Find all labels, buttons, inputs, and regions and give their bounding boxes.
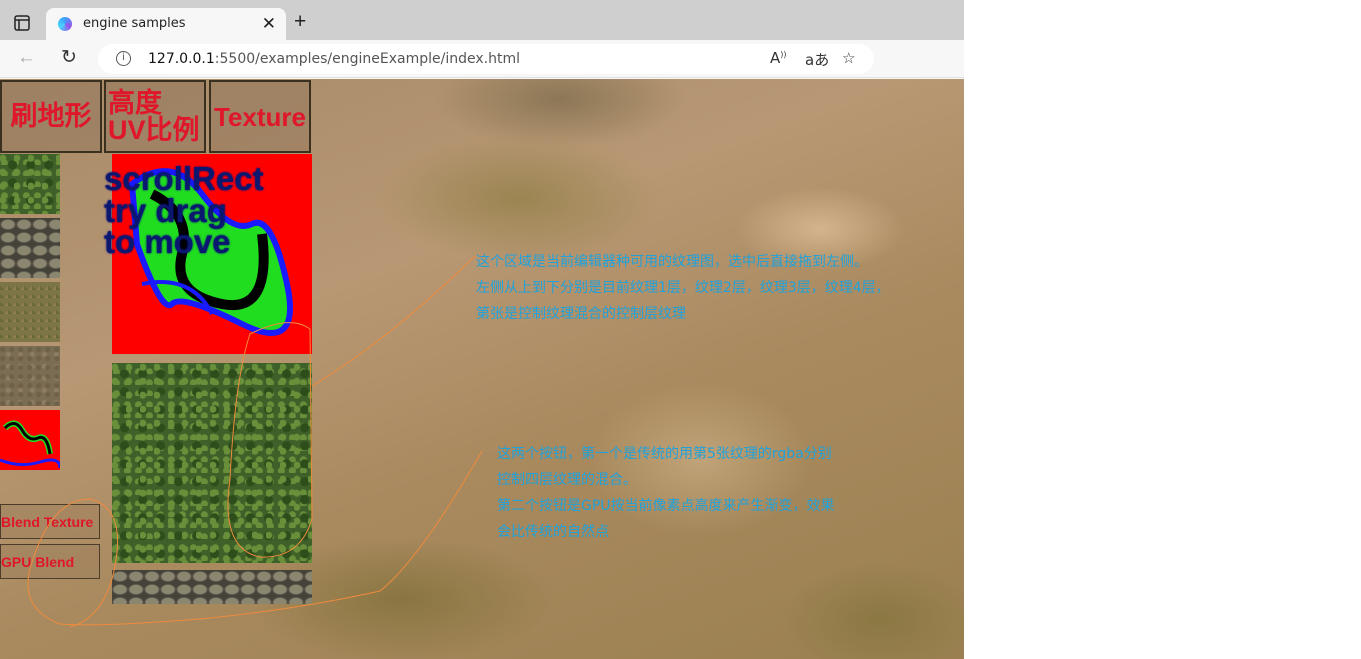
address-bar: ← ↻ i 127.0.0.1:5500/examples/engineExam… xyxy=(0,40,964,107)
blend-note-line-1: 这两个按钮，第一个是传统的用第5张纹理的rgba分别 xyxy=(497,446,832,462)
height-uv-button[interactable]: 高度 UV比例 xyxy=(104,80,206,153)
blend-control-swatch[interactable] xyxy=(0,410,60,470)
uv-ratio-label: UV比例 xyxy=(108,114,200,145)
reload-icon[interactable]: ↻ xyxy=(61,48,77,67)
scroll-hint-line-3: to move xyxy=(104,223,231,261)
terrain-viewport[interactable]: 刷地形 高度 UV比例 Texture scrollRect try drag … xyxy=(0,79,964,659)
height-label: 高度 xyxy=(108,87,162,118)
gpu-blend-button[interactable]: GPU Blend xyxy=(0,544,100,579)
close-tab-icon[interactable]: ✕ xyxy=(262,14,276,34)
url-text[interactable]: 127.0.0.1:5500/examples/engineExample/in… xyxy=(148,51,520,67)
blend-note-line-4: 会比传统的自然点 xyxy=(497,524,609,540)
blend-buttons-note: 这两个按钮，第一个是传统的用第5张纹理的rgba分别 控制四层纹理的混合。 第二… xyxy=(497,441,835,545)
url-host: 127.0.0.1 xyxy=(148,51,215,67)
scroll-hint-text: scrollRect try drag to move xyxy=(104,160,264,261)
url-field[interactable]: i 127.0.0.1:5500/examples/engineExample/… xyxy=(98,44,874,74)
gpu-blend-label: GPU Blend xyxy=(1,553,75,570)
texture-button[interactable]: Texture xyxy=(209,80,311,153)
blend-note-line-2: 控制四层纹理的混合。 xyxy=(497,472,637,488)
tab-actions-icon[interactable] xyxy=(14,15,30,31)
layer-1-grass-swatch[interactable] xyxy=(0,154,60,214)
back-icon[interactable]: ← xyxy=(17,48,36,67)
new-tab-icon[interactable]: + xyxy=(294,11,306,32)
browser-tab[interactable]: engine samples ✕ xyxy=(46,8,286,41)
panel-stones-texture[interactable] xyxy=(112,570,312,604)
texture-area-note: 这个区域是当前编辑器种可用的纹理图，选中后直接拖到左侧。 左侧从上到下分别是目前… xyxy=(476,249,890,327)
texture-label: Texture xyxy=(214,101,306,132)
blend-map-icon xyxy=(0,420,60,469)
texture-note-line-3: 第张是控制纹理混合的控制层纹理 xyxy=(476,306,686,322)
panel-grass-texture[interactable] xyxy=(112,363,312,563)
layer-4-dirt-swatch[interactable] xyxy=(0,346,60,406)
brush-terrain-label: 刷地形 xyxy=(10,101,92,131)
layer-3-moss-swatch[interactable] xyxy=(0,282,60,342)
blend-texture-button[interactable]: Blend Texture xyxy=(0,504,100,539)
annotation-line-textures xyxy=(311,255,476,387)
translate-icon[interactable]: aあ xyxy=(805,49,829,70)
blend-texture-label: Blend Texture xyxy=(1,513,94,530)
favorite-add-icon[interactable]: ☆ xyxy=(842,49,855,67)
read-aloud-icon[interactable]: A)) xyxy=(770,49,787,67)
tab-bar: engine samples ✕ + xyxy=(0,0,964,41)
texture-note-line-2: 左侧从上到下分别是目前纹理1层，纹理2层，纹理3层，纹理4层， xyxy=(476,280,890,296)
favicon-icon xyxy=(58,17,72,31)
site-info-icon[interactable]: i xyxy=(116,51,131,66)
brush-terrain-button[interactable]: 刷地形 xyxy=(0,80,102,153)
scroll-hint-line-1: scrollRect xyxy=(104,160,264,197)
texture-note-line-1: 这个区域是当前编辑器种可用的纹理图，选中后直接拖到左侧。 xyxy=(476,254,868,270)
blend-note-line-3: 第二个按钮是GPU按当前像素点高度来产生渐变，效果 xyxy=(497,498,835,514)
url-path: :5500/examples/engineExample/index.html xyxy=(214,51,520,67)
tab-title: engine samples xyxy=(83,16,186,31)
layer-2-stones-swatch[interactable] xyxy=(0,218,60,278)
scroll-hint-line-2: try drag xyxy=(104,191,227,229)
browser-window: engine samples ✕ + ← ↻ i 127.0.0.1:5500/… xyxy=(0,0,964,659)
